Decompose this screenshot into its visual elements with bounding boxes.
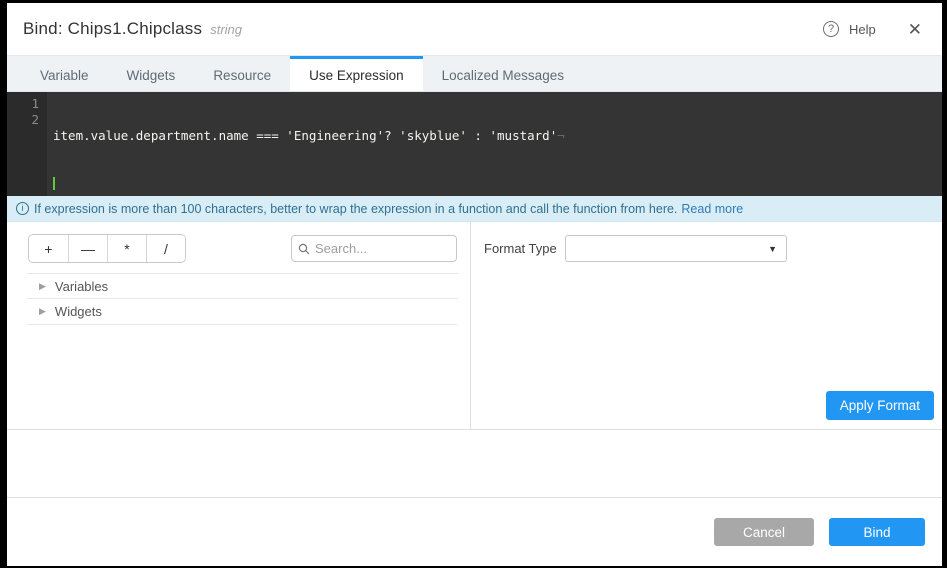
read-more-link[interactable]: Read more [681, 202, 743, 216]
search-input[interactable] [315, 241, 450, 256]
multiply-operator-button[interactable]: * [107, 235, 146, 262]
panels-row: + — * / ▶ Variables [7, 222, 942, 430]
editor-code-area[interactable]: item.value.department.name === 'Engineer… [47, 92, 942, 196]
eol-marker: ¬ [557, 128, 565, 143]
expression-helper-panel: + — * / ▶ Variables [7, 222, 471, 429]
editor-gutter: 1 2 [7, 92, 47, 196]
info-text: If expression is more than 100 character… [34, 202, 677, 216]
tab-variable[interactable]: Variable [21, 56, 108, 91]
search-icon [298, 243, 310, 255]
dialog-title: Bind: Chips1.Chipclass [23, 19, 202, 39]
tab-resource[interactable]: Resource [194, 56, 290, 91]
close-icon[interactable]: ✕ [908, 21, 922, 38]
line-number: 2 [7, 112, 39, 128]
binding-source-tree: ▶ Variables ▶ Widgets [27, 273, 458, 325]
chevron-right-icon[interactable]: ▶ [39, 306, 46, 317]
tab-localized-messages[interactable]: Localized Messages [423, 56, 583, 91]
apply-format-button[interactable]: Apply Format [826, 391, 934, 420]
format-panel: Format Type ▼ Apply Format [471, 222, 942, 429]
plus-operator-button[interactable]: + [29, 235, 68, 262]
code-line-1: item.value.department.name === 'Engineer… [53, 128, 557, 143]
format-type-label: Format Type [484, 241, 565, 256]
dialog-titlebar: Bind: Chips1.Chipclass string ? Help ✕ [7, 3, 942, 56]
bind-button[interactable]: Bind [829, 518, 925, 546]
tab-widgets[interactable]: Widgets [108, 56, 195, 91]
info-bar: i If expression is more than 100 charact… [7, 196, 942, 222]
dialog-footer: Cancel Bind [7, 497, 942, 566]
search-box [291, 235, 457, 262]
tree-item-label: Variables [55, 279, 108, 294]
tab-use-expression[interactable]: Use Expression [290, 56, 423, 91]
format-type-dropdown[interactable]: ▼ [565, 235, 787, 262]
minus-operator-button[interactable]: — [68, 235, 107, 262]
bind-dialog: Bind: Chips1.Chipclass string ? Help ✕ V… [7, 3, 942, 566]
divide-operator-button[interactable]: / [146, 235, 185, 262]
cancel-button[interactable]: Cancel [714, 518, 814, 546]
help-link[interactable]: Help [849, 22, 876, 37]
dialog-subtitle: string [210, 22, 242, 37]
empty-area [7, 430, 942, 497]
help-icon[interactable]: ? [823, 21, 839, 37]
line-number: 1 [7, 96, 39, 112]
dropdown-arrow-icon: ▼ [768, 244, 777, 254]
info-icon: i [16, 202, 29, 215]
tree-item-variables[interactable]: ▶ Variables [27, 273, 458, 299]
tab-bar: Variable Widgets Resource Use Expression… [7, 56, 942, 92]
tree-item-widgets[interactable]: ▶ Widgets [27, 299, 458, 325]
expression-editor[interactable]: 1 2 item.value.department.name === 'Engi… [7, 92, 942, 196]
operator-button-group: + — * / [28, 234, 186, 263]
tree-item-label: Widgets [55, 304, 102, 319]
text-cursor [53, 177, 55, 190]
chevron-right-icon[interactable]: ▶ [39, 281, 46, 292]
